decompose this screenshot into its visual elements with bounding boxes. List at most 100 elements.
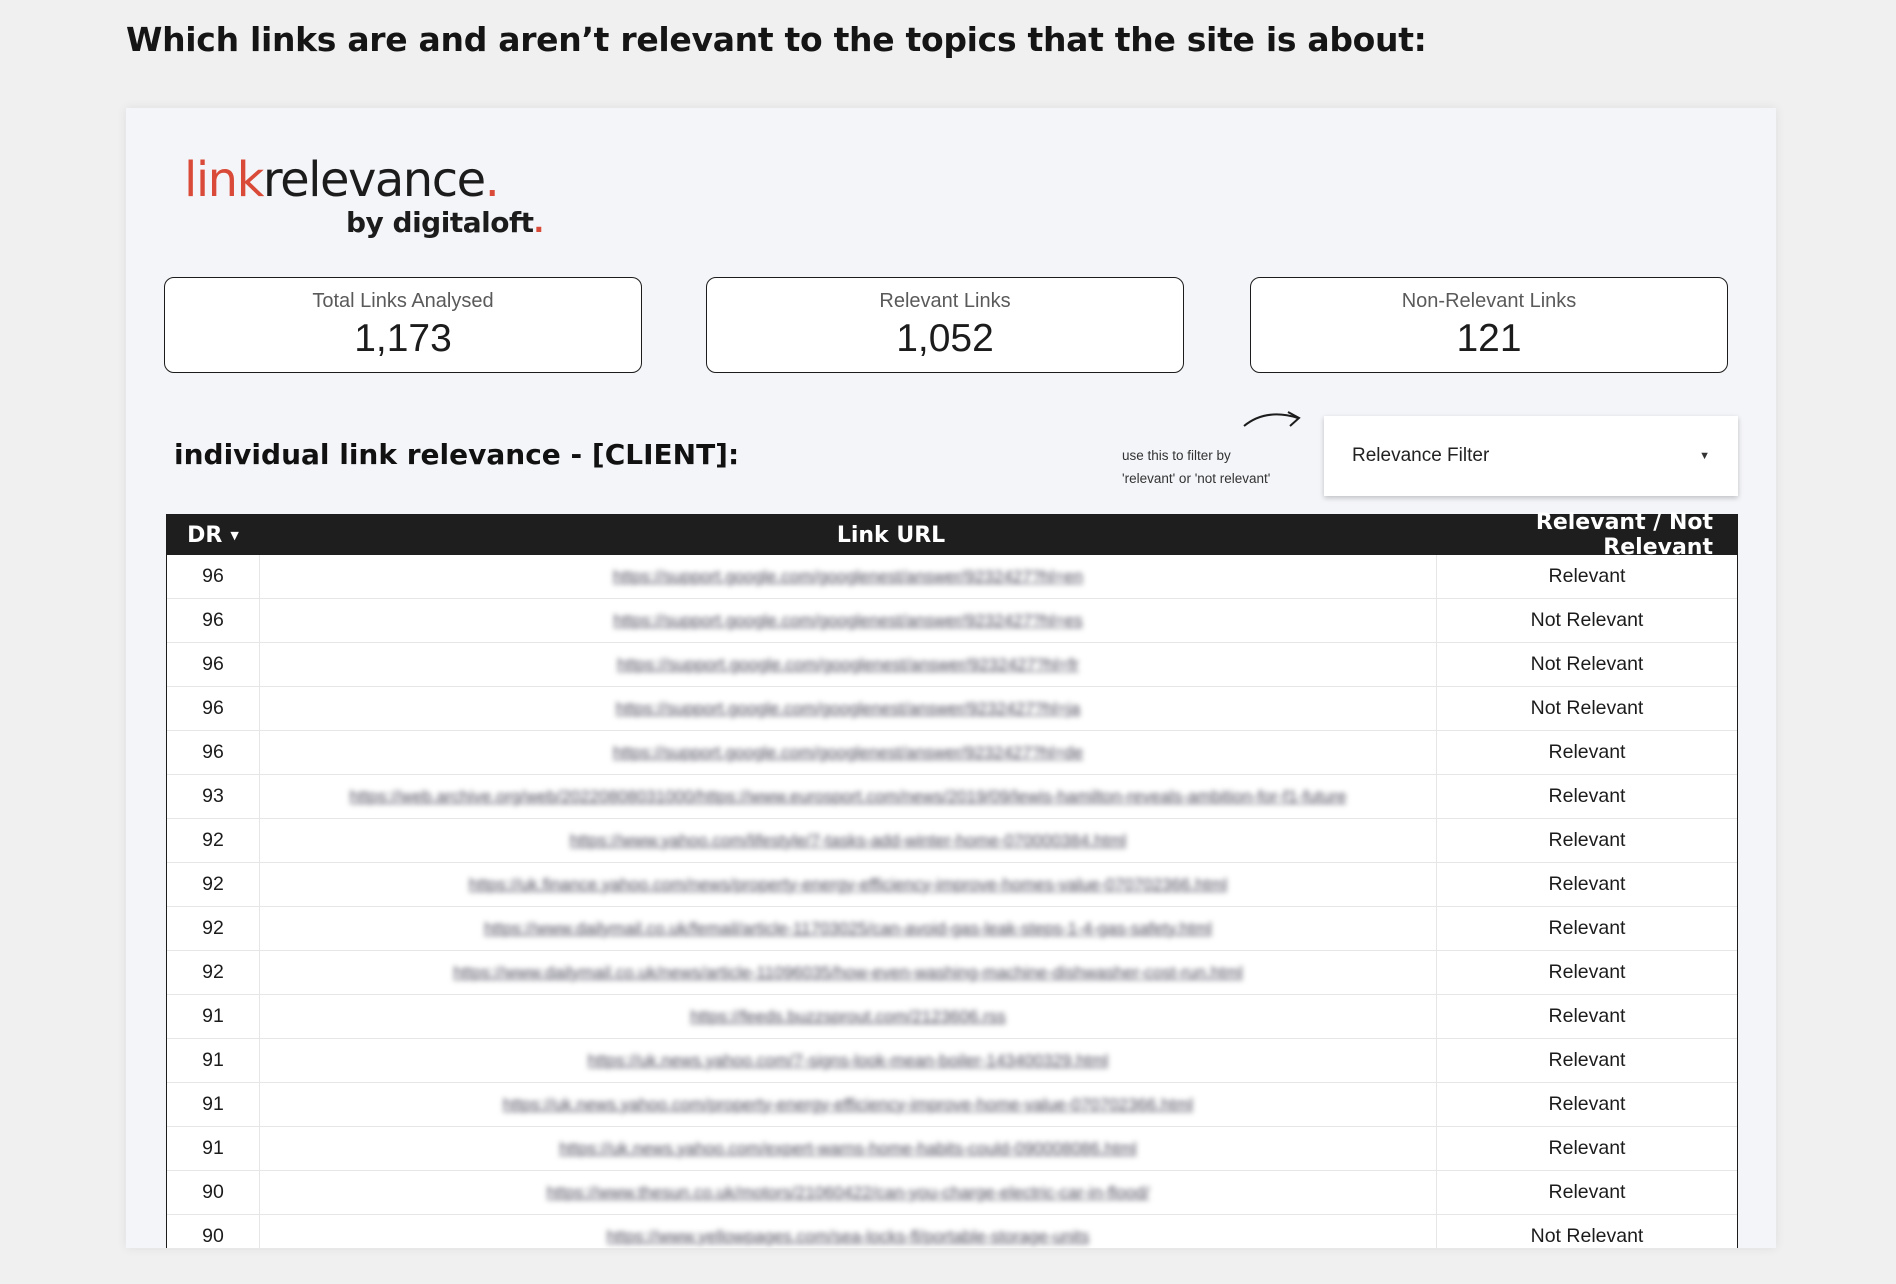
- stat-card-total-links: Total Links Analysed 1,173: [164, 277, 642, 373]
- table-row: 96 https://support.google.com/googlenest/…: [167, 555, 1737, 599]
- cell-relevance: Relevant: [1548, 565, 1626, 587]
- link-url[interactable]: https://uk.news.yahoo.com/7-signs-look-m…: [588, 1051, 1109, 1071]
- cell-relevance: Relevant: [1548, 873, 1626, 895]
- cell-dr: 96: [202, 697, 224, 719]
- table-row: 92 https://www.dailymail.co.uk/news/artic…: [167, 951, 1737, 995]
- link-url[interactable]: https://feeds.buzzsprout.com/2123606.rss: [690, 1007, 1006, 1027]
- cell-dr: 92: [202, 873, 224, 895]
- stat-card-non-relevant-links: Non-Relevant Links 121: [1250, 277, 1728, 373]
- stat-value: 1,052: [896, 317, 994, 360]
- cell-link-url: https://www.yellowpages.com/sea-locks-fl…: [259, 1215, 1437, 1248]
- cell-relevance: Relevant: [1548, 741, 1626, 763]
- cell-link-url: https://support.google.com/googlenest/an…: [259, 555, 1437, 598]
- page-heading: Which links are and aren’t relevant to t…: [126, 20, 1427, 59]
- cell-link-url: https://support.google.com/googlenest/an…: [259, 687, 1437, 730]
- cell-relevance: Not Relevant: [1530, 697, 1644, 719]
- cell-link-url: https://support.google.com/googlenest/an…: [259, 643, 1437, 686]
- relevance-filter-dropdown[interactable]: Relevance Filter ▼: [1324, 416, 1738, 496]
- cell-link-url: https://uk.finance.yahoo.com/news/proper…: [259, 863, 1437, 906]
- link-url[interactable]: https://uk.finance.yahoo.com/news/proper…: [469, 875, 1227, 895]
- link-url[interactable]: https://support.google.com/googlenest/an…: [617, 655, 1079, 675]
- table-row: 96 https://support.google.com/googlenest/…: [167, 687, 1737, 731]
- curved-arrow-icon: [1243, 411, 1301, 427]
- cell-dr: 92: [202, 917, 224, 939]
- table-row: 93 https://web.archive.org/web/2022080803…: [167, 775, 1737, 819]
- link-url[interactable]: https://uk.news.yahoo.com/property-energ…: [503, 1095, 1193, 1115]
- cell-relevance: Relevant: [1548, 1181, 1626, 1203]
- link-url[interactable]: https://www.dailymail.co.uk/news/article…: [453, 963, 1243, 983]
- link-url[interactable]: https://support.google.com/googlenest/an…: [616, 699, 1081, 719]
- link-url[interactable]: https://support.google.com/googlenest/an…: [613, 611, 1082, 631]
- cell-dr: 91: [202, 1093, 224, 1115]
- cell-dr: 91: [202, 1005, 224, 1027]
- cell-link-url: https://www.thesun.co.uk/motors/21060422…: [259, 1171, 1437, 1214]
- cell-dr: 92: [202, 961, 224, 983]
- stat-label: Total Links Analysed: [312, 290, 494, 312]
- cell-dr: 96: [202, 565, 224, 587]
- table-row: 91 https://feeds.buzzsprout.com/2123606.r…: [167, 995, 1737, 1039]
- link-url[interactable]: https://www.dailymail.co.uk/femail/artic…: [484, 919, 1212, 939]
- cell-relevance: Not Relevant: [1530, 609, 1644, 631]
- table-row: 91 https://uk.news.yahoo.com/expert-warns…: [167, 1127, 1737, 1171]
- cell-dr: 96: [202, 741, 224, 763]
- cell-dr: 90: [202, 1225, 224, 1247]
- stat-value: 1,173: [354, 317, 452, 360]
- link-url[interactable]: https://support.google.com/googlenest/an…: [613, 567, 1083, 587]
- link-url[interactable]: https://uk.news.yahoo.com/expert-warns-h…: [559, 1139, 1136, 1159]
- stat-card-relevant-links: Relevant Links 1,052: [706, 277, 1184, 373]
- table-row: 96 https://support.google.com/googlenest/…: [167, 643, 1737, 687]
- cell-relevance: Not Relevant: [1530, 1225, 1644, 1247]
- cell-link-url: https://www.yahoo.com/lifestyle/7-tasks-…: [259, 819, 1437, 862]
- link-url[interactable]: https://www.yahoo.com/lifestyle/7-tasks-…: [570, 831, 1127, 851]
- cell-link-url: https://www.dailymail.co.uk/femail/artic…: [259, 907, 1437, 950]
- cell-dr: 91: [202, 1137, 224, 1159]
- table-body: 96 https://support.google.com/googlenest/…: [167, 555, 1737, 1248]
- stat-label: Relevant Links: [879, 290, 1011, 312]
- stat-value: 121: [1456, 317, 1522, 360]
- cell-link-url: https://www.dailymail.co.uk/news/article…: [259, 951, 1437, 994]
- table-row: 90 https://www.thesun.co.uk/motors/210604…: [167, 1171, 1737, 1215]
- cell-link-url: https://feeds.buzzsprout.com/2123606.rss: [259, 995, 1437, 1038]
- sort-desc-icon: ▼: [230, 528, 239, 542]
- column-header-dr[interactable]: DR ▼: [167, 523, 259, 548]
- cell-relevance: Not Relevant: [1530, 653, 1644, 675]
- cell-relevance: Relevant: [1548, 1049, 1626, 1071]
- link-url[interactable]: https://www.thesun.co.uk/motors/21060422…: [547, 1183, 1150, 1203]
- link-url[interactable]: https://web.archive.org/web/202208080310…: [350, 787, 1347, 807]
- table-row: 96 https://support.google.com/googlenest/…: [167, 731, 1737, 775]
- cell-dr: 96: [202, 653, 224, 675]
- cell-dr: 92: [202, 829, 224, 851]
- column-header-link-url[interactable]: Link URL: [259, 523, 1437, 548]
- cell-link-url: https://uk.news.yahoo.com/expert-warns-h…: [259, 1127, 1437, 1170]
- table-row: 92 https://uk.finance.yahoo.com/news/prop…: [167, 863, 1737, 907]
- report-panel: linkrelevance. by digitaloft. Total Link…: [126, 108, 1776, 1248]
- cell-relevance: Relevant: [1548, 1137, 1626, 1159]
- table-row: 92 https://www.dailymail.co.uk/femail/art…: [167, 907, 1737, 951]
- link-url[interactable]: https://www.yellowpages.com/sea-locks-fl…: [607, 1227, 1090, 1247]
- cell-link-url: https://web.archive.org/web/202208080310…: [259, 775, 1437, 818]
- link-relevance-table: DR ▼ Link URL Relevant / Not Relevant 96…: [166, 510, 1738, 1248]
- cell-link-url: https://uk.news.yahoo.com/7-signs-look-m…: [259, 1039, 1437, 1082]
- table-row: 91 https://uk.news.yahoo.com/7-signs-look…: [167, 1039, 1737, 1083]
- cell-relevance: Relevant: [1548, 1005, 1626, 1027]
- caret-down-icon: ▼: [1699, 450, 1710, 462]
- cell-relevance: Relevant: [1548, 961, 1626, 983]
- cell-link-url: https://support.google.com/googlenest/an…: [259, 599, 1437, 642]
- cell-link-url: https://support.google.com/googlenest/an…: [259, 731, 1437, 774]
- stat-label: Non-Relevant Links: [1401, 290, 1577, 312]
- cell-dr: 96: [202, 609, 224, 631]
- cell-relevance: Relevant: [1548, 829, 1626, 851]
- table-row: 92 https://www.yahoo.com/lifestyle/7-task…: [167, 819, 1737, 863]
- cell-dr: 93: [202, 785, 224, 807]
- table-row: 96 https://support.google.com/googlenest/…: [167, 599, 1737, 643]
- cell-relevance: Relevant: [1548, 917, 1626, 939]
- cell-link-url: https://uk.news.yahoo.com/property-energ…: [259, 1083, 1437, 1126]
- relevance-filter-label: Relevance Filter: [1352, 445, 1490, 466]
- cell-relevance: Relevant: [1548, 1093, 1626, 1115]
- cell-dr: 90: [202, 1181, 224, 1203]
- linkrelevance-logo: linkrelevance. by digitaloft.: [184, 152, 544, 239]
- table-row: 90 https://www.yellowpages.com/sea-locks-…: [167, 1215, 1737, 1248]
- column-header-relevance[interactable]: Relevant / Not Relevant: [1437, 510, 1737, 560]
- table-row: 91 https://uk.news.yahoo.com/property-ene…: [167, 1083, 1737, 1127]
- link-url[interactable]: https://support.google.com/googlenest/an…: [613, 743, 1083, 763]
